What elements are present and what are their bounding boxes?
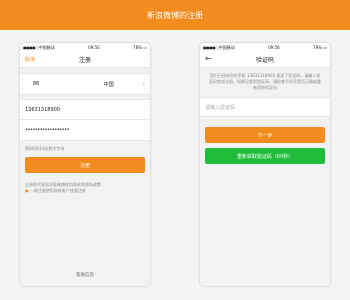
country-name: 中国 [103, 81, 114, 88]
terms-text: 注册即代表您同意微博使用条款和隐私政策 ● 一键注册使用现有帐户快速注册 [20, 173, 150, 194]
battery-label: 79% ▭ [313, 45, 327, 50]
battery-percent: 78% [133, 45, 142, 50]
status-bar: ●●●●○ 中国移动 09:56 79% ▭ [200, 43, 330, 52]
verification-code-input[interactable]: 请输入验证码 [200, 97, 330, 117]
password-hint: 密码6到16位数字字母 [25, 146, 65, 151]
verify-form: 我们已经给你的手机 13631318900 发送了验证码，请输入验证码完成注册，… [200, 68, 330, 286]
register-form: 86 中国 › 13631318900 •••••••••••••••••• 密… [20, 68, 150, 286]
nav-title: 验证码 [255, 57, 274, 64]
phone-input[interactable]: 13631318900 [20, 99, 150, 119]
country-selector[interactable]: 86 中国 › [20, 73, 150, 95]
battery-icon: ▭ [143, 45, 147, 50]
battery-label: 78% ▭ [133, 45, 147, 50]
verify-screen: ●●●●○ 中国移动 09:56 79% ▭ ← 验证码 我们已经给你的手机 1… [200, 43, 330, 286]
resend-code-button[interactable]: 重新获取验证码（60秒） [205, 148, 325, 164]
country-code: 86 [33, 81, 40, 87]
time-label: 09:56 [268, 45, 280, 50]
battery-percent: 79% [313, 45, 322, 50]
nav-title: 注册 [78, 57, 91, 64]
carrier-label: ●●●●○ 中国移动 [23, 44, 55, 50]
cancel-button[interactable]: 取消 [25, 56, 35, 63]
chevron-right-icon: › [142, 80, 145, 88]
carrier-label: ●●●●○ 中国移动 [203, 44, 235, 50]
banner-title: 新浪微博的注册 [147, 10, 203, 20]
nav-bar: 取消 注册 [20, 52, 150, 68]
password-input[interactable]: •••••••••••••••••• [20, 119, 150, 141]
nav-bar: ← 验证码 [200, 52, 330, 68]
register-button[interactable]: 注册 [25, 157, 145, 173]
back-arrow-icon[interactable]: ← [205, 54, 212, 63]
register-screen: ●●●●○ 中国移动 09:56 78% ▭ 取消 注册 86 中国 › 136… [20, 43, 150, 286]
verify-description: 我们已经给你的手机 13631318900 发送了验证码，请输入验证码完成注册，… [209, 73, 321, 90]
time-label: 09:56 [88, 45, 100, 50]
signal-icon: ●●●●○ [23, 44, 39, 50]
page-banner: 新浪微博的注册 [0, 0, 350, 30]
signal-icon: ●●●●○ [203, 44, 219, 50]
help-link[interactable]: 帮助信息 [20, 272, 150, 278]
next-button[interactable]: 下一步 [205, 127, 325, 143]
status-bar: ●●●●○ 中国移动 09:56 78% ▭ [20, 43, 150, 52]
battery-icon: ▭ [323, 45, 327, 50]
terms-line-2[interactable]: ● 一键注册使用现有帐户快速注册 [25, 188, 145, 194]
